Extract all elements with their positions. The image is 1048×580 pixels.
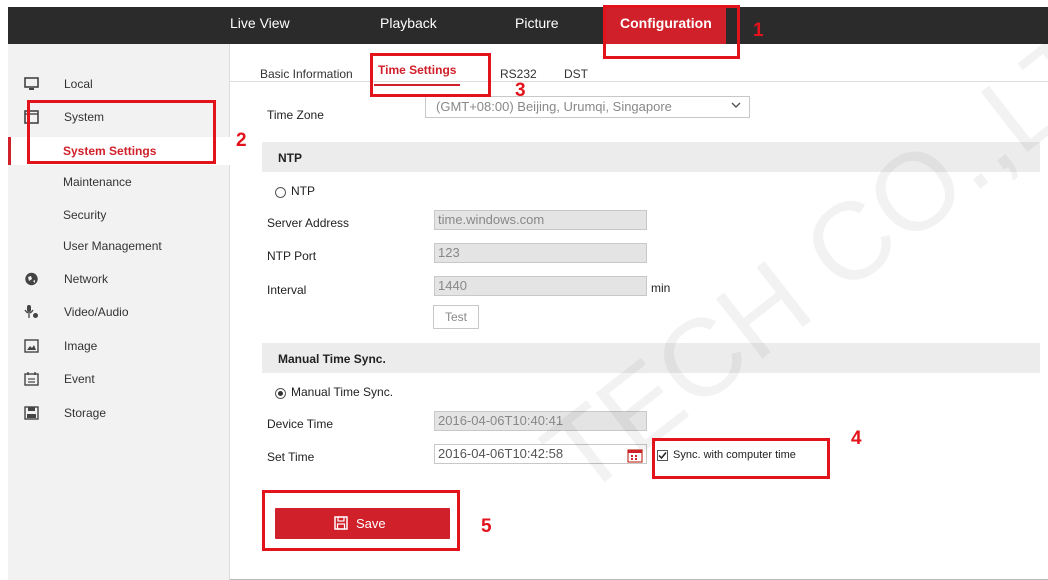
sidebar-item-event[interactable]: Event bbox=[8, 365, 230, 393]
manual-sync-section-header: Manual Time Sync. bbox=[262, 343, 1040, 373]
ntp-radio-label: NTP bbox=[291, 184, 315, 198]
annotation-number-2: 2 bbox=[236, 130, 247, 151]
sidebar-item-maintenance[interactable]: Maintenance bbox=[8, 168, 230, 196]
annotation-number-4: 4 bbox=[851, 428, 862, 449]
manual-sync-section-title: Manual Time Sync. bbox=[278, 352, 386, 366]
sidebar-item-security[interactable]: Security bbox=[8, 201, 230, 229]
ntp-section-header: NTP bbox=[262, 142, 1040, 172]
monitor-icon bbox=[24, 77, 39, 90]
set-time-field[interactable]: 2016-04-06T10:42:58 bbox=[434, 444, 647, 464]
annotation-number-5: 5 bbox=[481, 516, 492, 537]
server-address-label: Server Address bbox=[267, 216, 350, 230]
annotation-box-3 bbox=[370, 53, 491, 97]
network-globe-icon bbox=[25, 272, 38, 286]
annotation-number-1: 1 bbox=[753, 20, 764, 41]
annotation-box-1 bbox=[603, 5, 740, 59]
sidebar-item-label: Network bbox=[64, 272, 109, 286]
tab-rs232[interactable]: RS232 bbox=[500, 67, 537, 81]
interval-field[interactable]: 1440 bbox=[434, 276, 647, 296]
sidebar-item-local[interactable]: Local bbox=[8, 70, 230, 98]
annotation-number-3: 3 bbox=[515, 80, 526, 101]
nav-live-view[interactable]: Live View bbox=[230, 7, 290, 44]
sidebar-item-label: Storage bbox=[64, 406, 107, 420]
image-icon bbox=[24, 339, 39, 353]
device-time-label: Device Time bbox=[267, 417, 334, 431]
ntp-section-title: NTP bbox=[278, 151, 302, 165]
time-zone-label: Time Zone bbox=[267, 108, 324, 122]
sidebar-item-label: User Management bbox=[63, 239, 162, 253]
top-navigation: Live View Playback Picture Configuration bbox=[8, 7, 1048, 44]
tab-dst[interactable]: DST bbox=[564, 67, 588, 81]
chevron-down-icon bbox=[731, 102, 741, 108]
annotation-box-5 bbox=[262, 490, 460, 551]
time-zone-value: (GMT+08:00) Beijing, Urumqi, Singapore bbox=[436, 99, 672, 114]
set-time-label: Set Time bbox=[267, 450, 315, 464]
interval-label: Interval bbox=[267, 283, 307, 297]
annotation-box-4 bbox=[652, 438, 830, 479]
ntp-radio[interactable] bbox=[275, 187, 286, 198]
sidebar-item-label: Maintenance bbox=[63, 175, 132, 189]
sidebar-item-label: Local bbox=[64, 77, 93, 91]
test-button[interactable]: Test bbox=[433, 305, 479, 329]
manual-sync-radio[interactable] bbox=[275, 388, 286, 399]
nav-picture[interactable]: Picture bbox=[515, 7, 559, 44]
server-address-field[interactable]: time.windows.com bbox=[434, 210, 647, 230]
calendar-icon[interactable] bbox=[627, 447, 643, 463]
annotation-box-2 bbox=[27, 100, 216, 164]
ntp-port-field[interactable]: 123 bbox=[434, 243, 647, 263]
sidebar-item-label: Event bbox=[64, 372, 95, 386]
sidebar-item-user-management[interactable]: User Management bbox=[8, 232, 230, 260]
ntp-port-label: NTP Port bbox=[267, 249, 317, 263]
sidebar-item-video-audio[interactable]: Video/Audio bbox=[8, 298, 230, 326]
device-time-field: 2016-04-06T10:40:41 bbox=[434, 411, 647, 431]
storage-disk-icon bbox=[24, 406, 39, 420]
sidebar-item-storage[interactable]: Storage bbox=[8, 399, 230, 427]
interval-unit: min bbox=[651, 281, 671, 295]
microphone-icon bbox=[24, 305, 38, 318]
nav-playback[interactable]: Playback bbox=[380, 7, 437, 44]
sidebar-item-image[interactable]: Image bbox=[8, 332, 230, 360]
sidebar-item-label: Video/Audio bbox=[64, 305, 129, 319]
manual-sync-radio-label: Manual Time Sync. bbox=[291, 385, 394, 399]
time-zone-select[interactable]: (GMT+08:00) Beijing, Urumqi, Singapore bbox=[425, 96, 750, 118]
event-calendar-icon bbox=[24, 372, 39, 386]
sidebar-item-label: Security bbox=[63, 208, 107, 222]
tab-basic-information[interactable]: Basic Information bbox=[260, 67, 353, 81]
sidebar-item-network[interactable]: Network bbox=[8, 265, 230, 293]
sidebar-item-label: Image bbox=[64, 339, 98, 353]
